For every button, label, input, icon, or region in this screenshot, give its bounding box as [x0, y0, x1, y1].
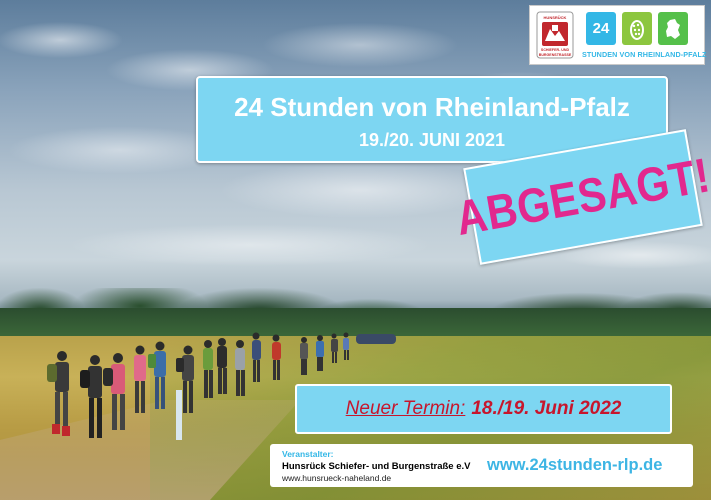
hiker-figure: [331, 333, 338, 363]
logo-tile-24: 24: [586, 12, 616, 45]
event-logo: HUNSRÜCK SCHIEFER- UND BURGENSTRASSE 24 …: [529, 5, 707, 65]
route-badge-icon: HUNSRÜCK SCHIEFER- UND BURGENSTRASSE: [536, 11, 574, 59]
hiker-figure: [272, 334, 281, 380]
hiker-figure: [80, 355, 102, 438]
svg-text:HUNSRÜCK: HUNSRÜCK: [544, 15, 567, 20]
event-poster: HUNSRÜCK SCHIEFER- UND BURGENSTRASSE 24 …: [0, 0, 711, 500]
trail-marker-post: [176, 390, 182, 440]
event-website[interactable]: www.24stunden-rlp.de: [487, 456, 662, 475]
hiker-figure: [316, 335, 324, 371]
new-date-box: Neuer Termin: 18./19. Juni 2022: [295, 384, 672, 434]
hiker-figure: [103, 353, 125, 430]
new-date-value: 18./19. Juni 2022: [471, 398, 622, 419]
logo-caption: STUNDEN VON RHEINLAND-PFALZ: [582, 50, 707, 59]
hiker-figure: [356, 334, 396, 344]
state-map-icon: [658, 12, 688, 45]
event-title: 24 Stunden von Rheinland-Pfalz: [234, 92, 630, 122]
hiker-figure: [148, 341, 166, 409]
organizer-name: Hunsrück Schiefer- und Burgenstraße e.V: [282, 461, 471, 472]
footprint-icon: [622, 12, 652, 45]
hiker-figure: [300, 337, 308, 375]
hiker-figure: [343, 332, 349, 360]
new-date-label: Neuer Termin:: [345, 398, 466, 419]
hiker-figure: [217, 338, 227, 394]
svg-text:SCHIEFER- UND: SCHIEFER- UND: [541, 48, 570, 52]
hiker-figure: [235, 340, 245, 396]
hiker-figure: [252, 332, 261, 382]
hiker-figure: [47, 351, 70, 436]
svg-text:BURGENSTRASSE: BURGENSTRASSE: [539, 53, 572, 57]
organizer-label: Veranstalter:: [282, 449, 334, 459]
hiker-figure: [134, 345, 146, 413]
organizer-url[interactable]: www.hunsrueck-naheland.de: [282, 473, 391, 483]
organizer-box: Veranstalter: Hunsrück Schiefer- und Bur…: [270, 444, 693, 487]
hiker-figure: [203, 340, 213, 398]
